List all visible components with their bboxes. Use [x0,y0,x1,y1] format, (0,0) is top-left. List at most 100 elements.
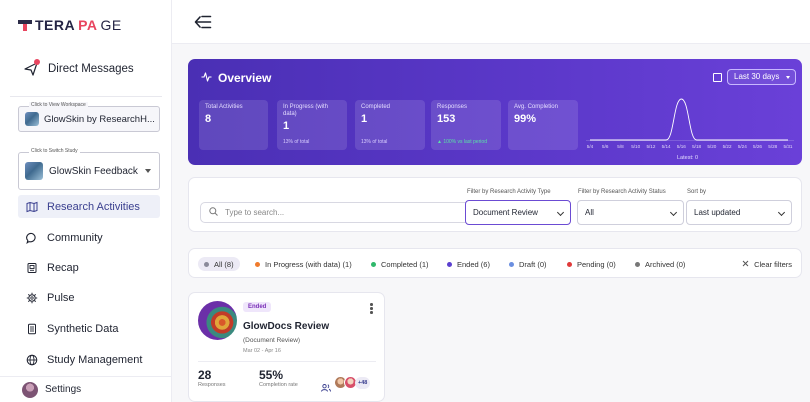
settings-label: Settings [45,384,82,395]
responses-value: 28 [198,368,212,382]
x-tick-label: 5/20 [707,144,716,149]
status-dot [635,261,640,267]
more-participants-badge: +48 [355,377,371,389]
divider [198,361,376,362]
logo-mark-icon [18,19,32,31]
x-tick-label: 5/24 [738,144,747,149]
sort-select[interactable]: Last updated [686,200,792,225]
direct-messages-link[interactable]: Direct Messages [24,59,134,76]
stat-value: 8 [205,113,212,125]
x-tick-label: 5/6 [602,144,609,149]
x-tick-label: 5/16 [677,144,686,149]
chat-bubble-icon [26,232,38,244]
chip-label: Ended (6) [457,259,490,269]
stat-subtext: 13% of total [283,139,310,145]
collapse-sidebar-icon[interactable] [194,14,212,30]
sidebar-item-label: Pulse [47,291,75,304]
chip-pending[interactable]: Pending (0) [567,257,616,271]
top-bar [172,0,810,44]
activity-pulse-icon [201,71,212,85]
sidebar-item-synthetic-data[interactable]: Synthetic Data [18,317,160,340]
latest-value: Latest: 0 [677,155,699,161]
chip-label: Draft (0) [519,259,547,269]
chip-all[interactable]: All (8) [198,257,240,271]
sort-value: Last updated [694,208,741,217]
x-tick-label: 5/12 [646,144,655,149]
chip-label: All (8) [214,259,234,269]
logo-text-tera: TERA [35,17,76,33]
document-icon [26,323,38,335]
stat-card-total-activities: Total Activities 8 [199,100,268,150]
stat-value: 153 [437,113,456,125]
completion-label: Completion rate [259,382,298,388]
chip-ended[interactable]: Ended (6) [447,257,490,271]
chip-archived[interactable]: Archived (0) [635,257,685,271]
chevron-down-icon [669,208,678,217]
settings-link[interactable]: Settings [0,376,172,402]
x-tick-label: 5/18 [692,144,701,149]
more-options-icon[interactable] [370,303,373,315]
sidebar-item-label: Recap [47,261,79,274]
chip-label: In Progress (with data) (1) [265,259,352,269]
chevron-down-icon [777,208,786,217]
sidebar-item-label: Research Activities [47,200,140,213]
activity-status-value: All [585,208,594,217]
date-range-select[interactable]: Last 30 days [727,69,797,85]
chip-in-progress[interactable]: In Progress (with data) (1) [255,257,352,271]
status-dot [204,261,209,267]
stat-value: 1 [361,113,368,125]
stat-card-responses: Responses 153 ▲ 100% vs last period [431,100,501,150]
avatar [22,381,38,398]
activity-type-select[interactable]: Document Review [465,200,571,225]
sidebar-item-study-management[interactable]: Study Management [18,348,160,371]
activity-type-value: Document Review [473,208,538,217]
status-dot [371,261,376,267]
sidebar-item-research-activities[interactable]: Research Activities [18,195,160,218]
chip-label: Archived (0) [645,259,686,269]
globe-icon [26,354,38,366]
calendar-icon [713,73,722,82]
x-tick-label: 5/31 [784,144,793,149]
workspace-caption: Click to View Workspace [29,102,88,108]
series-line [590,98,788,141]
workspace-selector[interactable]: Click to View Workspace GlowSkin by Rese… [18,102,160,132]
study-name: GlowSkin Feedback [49,165,138,177]
activity-card[interactable]: Ended GlowDocs Review (Document Review) … [188,292,385,402]
direct-messages-label: Direct Messages [48,63,134,75]
stat-card-completed: Completed 1 13% of total [355,100,425,150]
chip-draft[interactable]: Draft (0) [509,257,547,271]
activity-type: (Document Review) [243,337,301,344]
stat-label: Completed [361,104,391,110]
stat-label: Avg. Completion [514,104,558,110]
responses-label: Responses [198,382,226,388]
search-input[interactable]: Type to search... [200,202,470,223]
x-tick-label: 5/22 [723,144,732,149]
stat-value: 1 [283,120,290,132]
chip-completed[interactable]: Completed (1) [371,257,429,271]
clear-filters-button[interactable]: Clear filters [742,257,792,271]
study-switcher[interactable]: Click to Switch Study GlowSkin Feedback [18,148,160,190]
sidebar-item-pulse[interactable]: Pulse [18,286,160,309]
workspace-name: GlowSkin by ResearchH... [44,113,155,125]
gear-pulse-icon [26,292,38,304]
filters-panel: Type to search... Filter by Research Act… [188,177,802,232]
chip-label: Completed (1) [381,259,429,269]
close-icon [742,260,749,269]
stat-trend: ▲ 100% vs last period [437,139,487,145]
map-icon [26,201,38,213]
chevron-down-icon [145,169,151,173]
activity-status-select[interactable]: All [577,200,684,225]
activity-title: GlowDocs Review [243,321,330,332]
unread-dot [34,59,40,65]
sidebar-item-label: Study Management [47,353,143,366]
sidebar-item-community[interactable]: Community [18,226,160,249]
search-icon [209,207,218,218]
search-placeholder: Type to search... [225,208,285,217]
sidebar-item-label: Synthetic Data [47,322,119,335]
stat-card-in-progress: In Progress (with data) 1 13% of total [277,100,347,150]
terapage-logo[interactable]: TERA PA GE [18,17,122,33]
sidebar-item-recap[interactable]: Recap [18,256,160,279]
status-dot [567,261,572,267]
chevron-down-icon [556,208,565,217]
status-dot [255,261,260,267]
